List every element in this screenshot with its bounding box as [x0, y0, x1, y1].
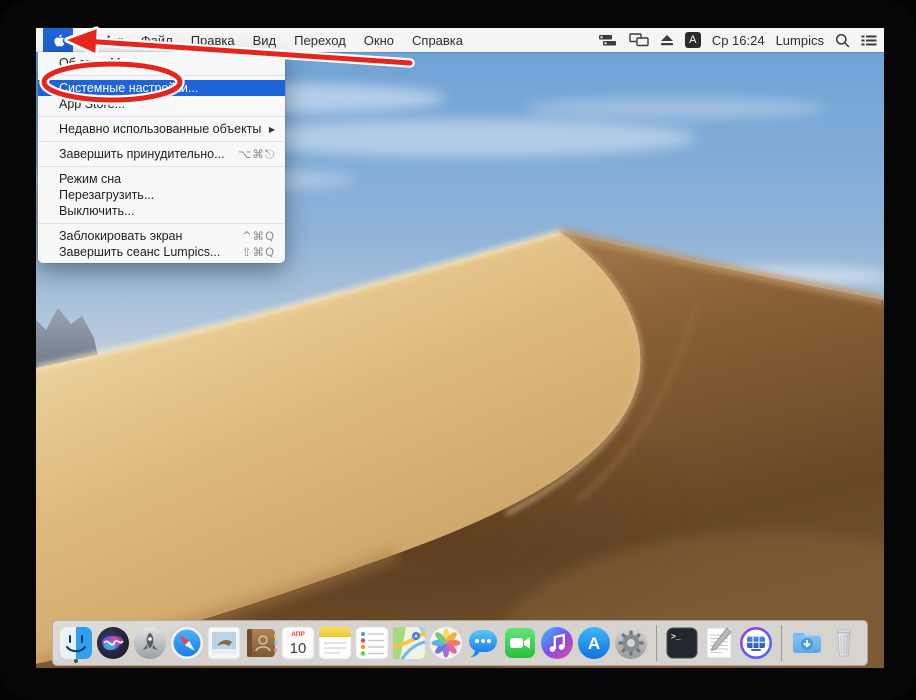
- dock-icon-mail[interactable]: [207, 622, 241, 664]
- finder-running-indicator: [74, 659, 78, 663]
- apple-logo-icon: [52, 33, 65, 48]
- menu-item-shut-down[interactable]: Выключить...: [38, 203, 285, 219]
- svg-text:>_: >_: [671, 633, 681, 642]
- menu-separator: [38, 141, 285, 142]
- dock-icon-launchpad[interactable]: [133, 622, 167, 664]
- menu-item-about-this-mac[interactable]: Об этом Mac: [38, 55, 285, 71]
- menubar-item-window[interactable]: Окно: [364, 33, 394, 48]
- eject-icon[interactable]: [660, 34, 674, 47]
- menu-item-log-out[interactable]: Завершить сеанс Lumpics...⇧⌘Q: [38, 244, 285, 260]
- menu-separator: [38, 75, 285, 76]
- apple-menu-dropdown: Об этом Mac Системные настройки... App S…: [38, 52, 285, 263]
- dock-icon-textedit[interactable]: [702, 622, 736, 664]
- menu-separator: [38, 166, 285, 167]
- mac-screen: Finder Файл Правка Вид Переход Окно Спра…: [36, 28, 884, 668]
- dock-icon-system-preferences[interactable]: [614, 622, 648, 664]
- screenshot-canvas: Finder Файл Правка Вид Переход Окно Спра…: [0, 0, 916, 700]
- submenu-arrow-icon: ▶: [269, 125, 275, 134]
- menu-separator: [38, 116, 285, 117]
- screen-sharing-icon[interactable]: [629, 33, 649, 47]
- svg-text:A: A: [588, 634, 600, 653]
- dock-separator: [656, 625, 657, 661]
- dock-icon-itunes[interactable]: [540, 622, 574, 664]
- dock-icon-downloads-folder[interactable]: [790, 622, 824, 664]
- screens-stack-icon[interactable]: [598, 33, 618, 47]
- menubar-user[interactable]: Lumpics: [776, 33, 824, 48]
- menu-item-force-quit[interactable]: Завершить принудительно...⌥⌘⎋: [38, 146, 285, 162]
- menu-item-recent-items[interactable]: Недавно использованные объекты▶: [38, 121, 285, 137]
- menu-separator: [38, 223, 285, 224]
- menubar-item-go[interactable]: Переход: [294, 33, 346, 48]
- dock-separator: [781, 625, 782, 661]
- menubar-app-name[interactable]: Finder: [83, 33, 123, 48]
- dock-icon-reminders[interactable]: [355, 622, 389, 664]
- menubar-item-view[interactable]: Вид: [253, 33, 277, 48]
- notification-center-icon[interactable]: [861, 34, 877, 47]
- dock-icon-finder[interactable]: [59, 622, 93, 664]
- dock: АПР 10: [52, 620, 868, 666]
- dock-icon-notes[interactable]: [318, 622, 352, 664]
- dock-icon-maps[interactable]: [392, 622, 426, 664]
- dock-icon-calendar[interactable]: АПР 10: [281, 622, 315, 664]
- calendar-day-label: 10: [290, 640, 307, 657]
- spotlight-search-icon[interactable]: [835, 33, 850, 48]
- dock-icon-messages[interactable]: [466, 622, 500, 664]
- input-source-icon[interactable]: А: [685, 32, 701, 48]
- menubar-item-file[interactable]: Файл: [141, 33, 173, 48]
- dock-icon-facetime[interactable]: [503, 622, 537, 664]
- menubar-item-help[interactable]: Справка: [412, 33, 463, 48]
- desktop: Об этом Mac Системные настройки... App S…: [36, 52, 884, 668]
- dock-icon-window-manager-app[interactable]: [739, 622, 773, 664]
- menu-item-app-store[interactable]: App Store...: [38, 96, 285, 112]
- menubar-clock[interactable]: Ср 16:24: [712, 33, 765, 48]
- dock-icon-photos[interactable]: [429, 622, 463, 664]
- menubar-item-edit[interactable]: Правка: [191, 33, 235, 48]
- dock-icon-terminal[interactable]: >_: [665, 622, 699, 664]
- dock-icon-contacts[interactable]: [244, 622, 278, 664]
- menu-item-restart[interactable]: Перезагрузить...: [38, 187, 285, 203]
- dock-icon-trash[interactable]: [827, 622, 861, 664]
- menu-bar: Finder Файл Правка Вид Переход Окно Спра…: [36, 28, 884, 52]
- menu-item-system-preferences[interactable]: Системные настройки...: [38, 80, 285, 96]
- menu-item-sleep[interactable]: Режим сна: [38, 171, 285, 187]
- dock-icon-safari[interactable]: [170, 622, 204, 664]
- calendar-month-label: АПР: [291, 631, 305, 638]
- dock-icon-siri[interactable]: [96, 622, 130, 664]
- menu-item-lock-screen[interactable]: Заблокировать экран^⌘Q: [38, 228, 285, 244]
- dock-icon-app-store[interactable]: A: [577, 622, 611, 664]
- apple-menu-button[interactable]: [43, 28, 73, 52]
